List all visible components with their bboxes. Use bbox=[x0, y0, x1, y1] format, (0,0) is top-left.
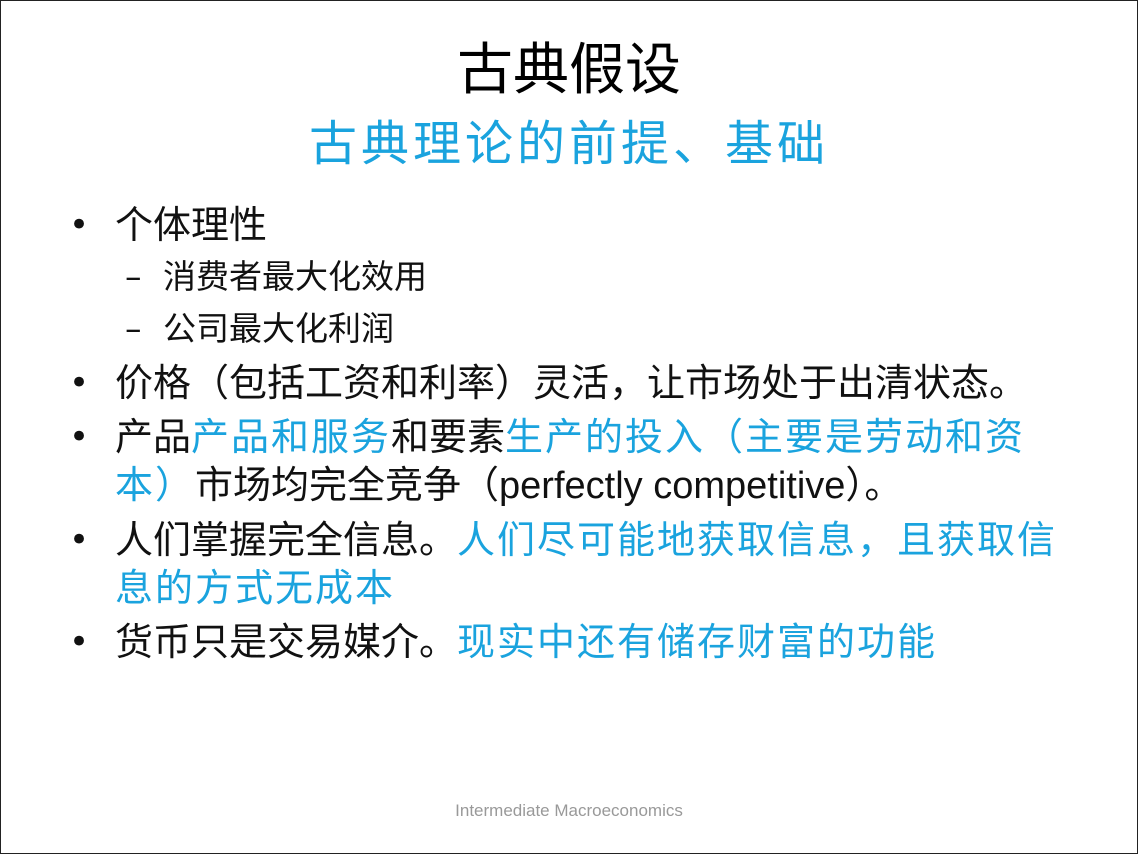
bullet-text-part: 货币只是交易媒介。 bbox=[115, 620, 458, 664]
slide-subtitle: 古典理论的前提、基础 bbox=[308, 116, 829, 172]
bullet-item: • 产品产品和服务和要素生产的投入（主要是劳动和资本）市场均完全竞争（perfe… bbox=[65, 413, 1065, 510]
bullet-text-part: ）。 bbox=[845, 463, 903, 507]
bullet-dot-icon: • bbox=[69, 417, 90, 457]
bullet-text-part: 市场均完全竞争（ bbox=[195, 463, 500, 507]
bullet-text: 价格（包括工资和利率）灵活，让市场处于出清状态。 bbox=[115, 361, 1028, 405]
bullet-dot-icon: • bbox=[69, 205, 90, 245]
bullet-text-part: 产品 bbox=[115, 415, 192, 459]
bullet-item: • 价格（包括工资和利率）灵活，让市场处于出清状态。 bbox=[65, 359, 1065, 407]
bullet-dot-icon: • bbox=[69, 520, 90, 560]
bullet-item: • 货币只是交易媒介。现实中还有储存财富的功能 bbox=[65, 618, 1065, 666]
bullet-list: • 个体理性 – 消费者最大化效用 – 公司最大化利润 • 价格（包括工资和利率… bbox=[65, 201, 1065, 672]
bullet-highlight-text: 产品和服务 bbox=[191, 415, 392, 459]
sub-bullet-item: – 消费者最大化效用 bbox=[65, 255, 1065, 299]
bullet-item: • 个体理性 bbox=[65, 201, 1065, 249]
sub-bullet-dash-icon: – bbox=[125, 309, 142, 348]
bullet-item: • 人们掌握完全信息。人们尽可能地获取信息，且获取信息的方式无成本 bbox=[65, 516, 1065, 612]
sub-bullet-text: 消费者最大化效用 bbox=[163, 257, 427, 296]
sub-bullet-dash-icon: – bbox=[125, 257, 142, 296]
bullet-highlight-text: 现实中还有储存财富的功能 bbox=[457, 620, 938, 664]
slide-footer: Intermediate Macroeconomics bbox=[455, 801, 683, 820]
slide-title: 古典假设 bbox=[457, 38, 681, 103]
bullet-text-part: 和要素 bbox=[391, 415, 506, 459]
bullet-text: 个体理性 bbox=[115, 203, 268, 247]
bullet-dot-icon: • bbox=[69, 363, 90, 403]
sub-bullet-text: 公司最大化利润 bbox=[163, 309, 394, 348]
slide: 古典假设 古典理论的前提、基础 • 个体理性 – 消费者最大化效用 – 公司最大… bbox=[0, 0, 1138, 854]
bullet-dot-icon: • bbox=[69, 622, 90, 662]
bullet-english-term: perfectly competitive bbox=[499, 465, 846, 507]
bullet-text-part: 人们掌握完全信息。 bbox=[115, 518, 458, 562]
sub-bullet-item: – 公司最大化利润 bbox=[65, 307, 1065, 351]
